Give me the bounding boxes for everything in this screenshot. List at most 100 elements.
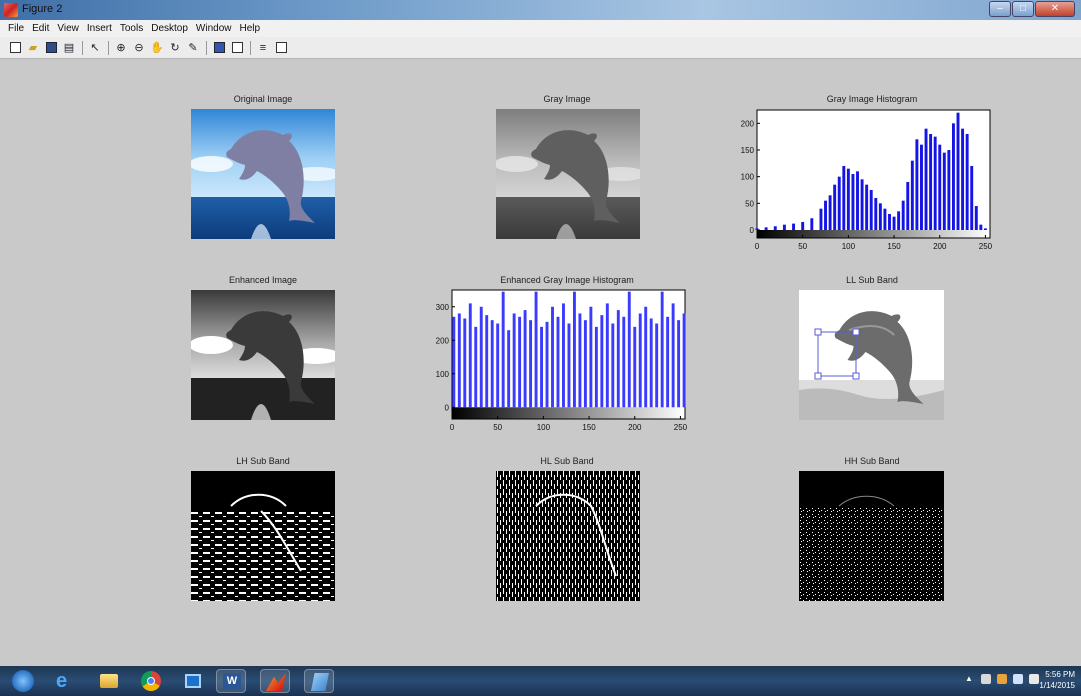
histogram-bar <box>874 198 878 230</box>
pointer-icon[interactable]: ↖ <box>88 41 102 55</box>
lh-sub-band-image <box>191 471 335 601</box>
histogram-bar <box>942 152 946 230</box>
system-tray: ▲ <box>959 674 1039 684</box>
x-tick-label: 200 <box>933 242 947 251</box>
windows-logo-icon <box>12 670 34 692</box>
x-tick-label: 150 <box>582 423 596 432</box>
histogram-bar <box>901 200 905 230</box>
taskbar-clock[interactable]: 5:56 PM 1/14/2015 <box>1039 669 1075 691</box>
ie-icon[interactable]: e <box>50 669 80 693</box>
menu-bar: File Edit View Insert Tools Desktop Wind… <box>0 20 1081 37</box>
histogram-bar <box>468 303 472 408</box>
histogram-bar <box>638 313 642 408</box>
pan-icon[interactable]: ✋ <box>150 41 164 55</box>
gray-histogram-chart: 0 50 100 150 200 250 0 50 100 150 200 <box>735 107 995 257</box>
menu-help[interactable]: Help <box>240 23 261 34</box>
enhanced-histogram-chart: 0 50 100 150 200 250 0 100 200 300 <box>430 288 692 436</box>
histogram-bar <box>833 184 837 230</box>
minimize-button[interactable]: – <box>989 1 1011 17</box>
clock-time: 5:56 PM <box>1045 670 1075 679</box>
histogram-bar <box>764 227 768 230</box>
x-tick-label: 0 <box>755 242 760 251</box>
histogram-bar <box>970 166 974 230</box>
histogram-bar <box>507 330 511 408</box>
media-icon[interactable] <box>178 669 208 693</box>
show-plot-tools-icon[interactable] <box>274 41 288 55</box>
title-enhanced-image: Enhanced Image <box>228 275 298 285</box>
menu-tools[interactable]: Tools <box>120 23 143 34</box>
start-button[interactable] <box>8 669 38 693</box>
close-button[interactable]: ✕ <box>1035 1 1075 17</box>
menu-edit[interactable]: Edit <box>32 23 49 34</box>
hl-sub-band-image <box>496 471 640 601</box>
zoom-in-icon[interactable]: ⊕ <box>114 41 128 55</box>
histogram-bar <box>933 136 937 230</box>
x-tick-label: 100 <box>842 242 856 251</box>
x-tick-label: 150 <box>887 242 901 251</box>
chrome-icon[interactable] <box>136 669 166 693</box>
gray-level-strip <box>757 230 990 238</box>
histogram-bar <box>961 128 965 230</box>
histogram-bar <box>600 315 604 408</box>
histogram-bar <box>622 316 626 408</box>
menu-insert[interactable]: Insert <box>87 23 112 34</box>
new-figure-icon[interactable] <box>8 41 22 55</box>
tray-network-icon[interactable] <box>1013 674 1023 684</box>
histogram-bar <box>556 316 560 408</box>
legend-icon[interactable] <box>230 41 244 55</box>
histogram-bar <box>878 203 882 230</box>
menu-view[interactable]: View <box>57 23 79 34</box>
histogram-bar <box>897 211 901 230</box>
histogram-bar <box>567 323 571 408</box>
histogram-bar <box>529 320 533 408</box>
tray-volume-icon[interactable] <box>1029 674 1039 684</box>
rotate-icon[interactable]: ↻ <box>168 41 182 55</box>
toolbar-separator <box>206 40 207 55</box>
word-icon[interactable]: W <box>216 669 246 693</box>
app-icon[interactable] <box>304 669 334 693</box>
hide-plot-tools-icon[interactable]: ≡ <box>256 41 270 55</box>
menu-desktop[interactable]: Desktop <box>151 23 188 34</box>
maximize-button[interactable]: □ <box>1012 1 1034 17</box>
data-cursor-icon[interactable]: ✎ <box>186 41 200 55</box>
menu-window[interactable]: Window <box>196 23 232 34</box>
histogram-bar <box>611 323 615 408</box>
histogram-bar <box>485 315 489 408</box>
histogram-bar <box>644 306 648 408</box>
y-tick-label: 50 <box>745 199 754 208</box>
print-icon[interactable]: ▤ <box>62 41 76 55</box>
histogram-bar <box>846 168 850 230</box>
y-tick-label: 300 <box>436 303 450 312</box>
histogram-bar <box>551 306 554 408</box>
zoom-out-icon[interactable]: ⊖ <box>132 41 146 55</box>
open-file-icon[interactable]: ▰ <box>26 41 40 55</box>
tray-arrow-icon[interactable]: ▲ <box>965 674 975 684</box>
title-original-image: Original Image <box>233 94 293 104</box>
histogram-bar <box>594 326 598 408</box>
explorer-icon[interactable] <box>94 669 124 693</box>
histogram-bar <box>869 190 873 230</box>
histogram-bar <box>660 291 664 408</box>
y-tick-label: 200 <box>741 119 755 128</box>
histogram-bar <box>929 134 933 230</box>
histogram-bar <box>627 291 631 408</box>
matlab-icon[interactable] <box>260 669 290 693</box>
tray-app-icon[interactable] <box>997 674 1007 684</box>
title-ll-sub-band: LL Sub Band <box>846 275 898 285</box>
histogram-bar <box>828 195 832 230</box>
save-icon[interactable] <box>44 41 58 55</box>
x-tick-label: 50 <box>798 242 807 251</box>
colorbar-icon[interactable] <box>212 41 226 55</box>
histogram-bar <box>501 291 505 408</box>
tray-flag-icon[interactable] <box>981 674 991 684</box>
histogram-bar <box>523 310 527 408</box>
y-tick-label: 0 <box>750 226 755 235</box>
histogram-bar <box>782 224 786 230</box>
histogram-bar <box>457 313 461 408</box>
menu-file[interactable]: File <box>8 23 24 34</box>
histogram-bar <box>540 326 544 408</box>
title-gray-image: Gray Image <box>543 94 591 104</box>
histogram-bar <box>496 323 500 408</box>
histogram-bar <box>479 306 483 408</box>
histogram-bar <box>865 184 869 230</box>
